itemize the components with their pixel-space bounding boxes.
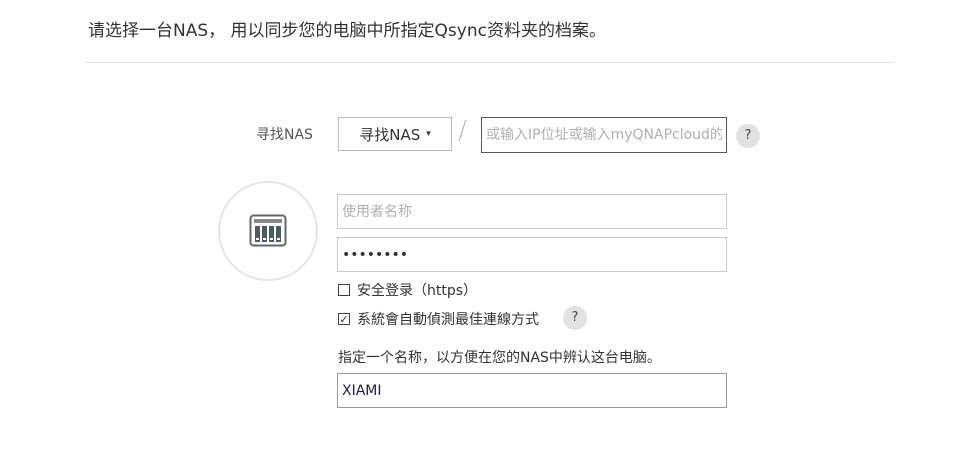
- nas-device-glyph: [249, 214, 287, 247]
- auto-detect-checkbox[interactable]: ✓: [338, 313, 350, 325]
- secure-login-label: 安全登录（https）: [357, 283, 478, 299]
- password-input[interactable]: [337, 237, 727, 272]
- instruction-text: 请选择一台NAS， 用以同步您的电脑中所指定Qsync资料夹的档案。: [88, 21, 606, 41]
- computer-name-label: 指定一个名称，以方便在您的NAS中辨认这台电脑。: [338, 350, 661, 366]
- find-nas-label: 寻找NAS: [256, 127, 313, 143]
- auto-detect-option[interactable]: ✓ 系統會自動偵測最佳連線方式: [338, 309, 539, 329]
- find-nas-button-label: 寻找NAS: [359, 125, 421, 144]
- help-icon[interactable]: ?: [736, 124, 760, 148]
- find-nas-button[interactable]: 寻找NAS ▾: [338, 117, 452, 151]
- ip-address-input[interactable]: [481, 117, 727, 153]
- divider: [85, 62, 895, 63]
- auto-detect-label: 系統會自動偵測最佳連線方式: [357, 312, 539, 328]
- help-icon[interactable]: ?: [563, 306, 587, 330]
- secure-login-checkbox[interactable]: [338, 284, 350, 296]
- separator-slash: /: [458, 116, 467, 146]
- caret-down-icon: ▾: [426, 129, 431, 139]
- computer-name-input[interactable]: [337, 373, 727, 408]
- username-input[interactable]: [337, 194, 727, 229]
- nas-device-icon: [218, 181, 318, 281]
- secure-login-option[interactable]: 安全登录（https）: [338, 280, 477, 300]
